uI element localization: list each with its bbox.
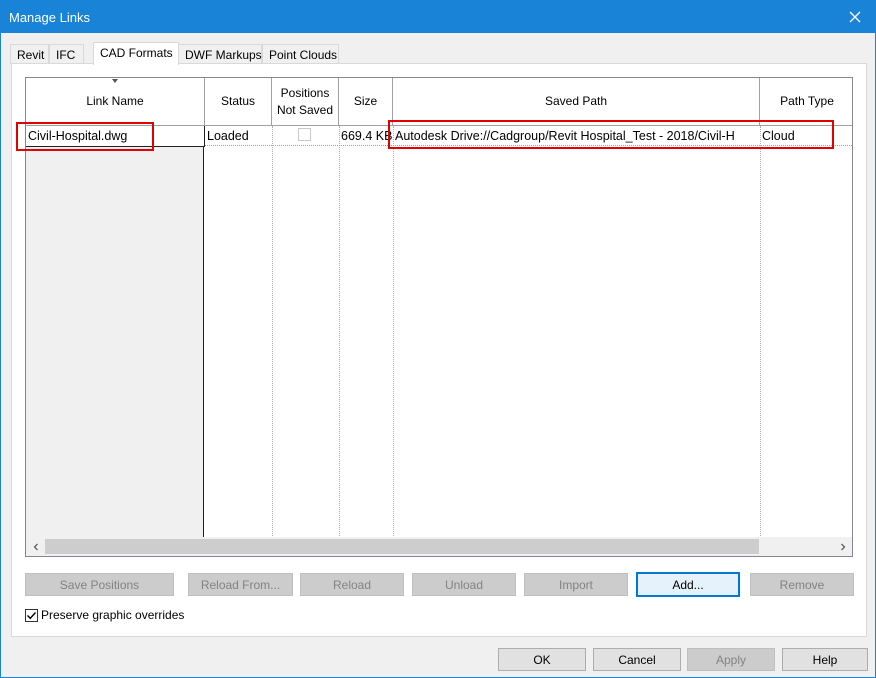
- tab-dwf-markups[interactable]: DWF Markups: [178, 44, 262, 64]
- reload-button[interactable]: Reload: [300, 573, 404, 596]
- chevron-right-icon: [840, 543, 845, 550]
- tab-label: Revit: [17, 48, 45, 62]
- tab-label: DWF Markups: [185, 48, 262, 62]
- title-bar[interactable]: Manage Links: [1, 1, 875, 33]
- column-header-size[interactable]: Size: [339, 78, 393, 126]
- reload-from-button[interactable]: Reload From...: [188, 573, 293, 596]
- cell-link-name[interactable]: Civil-Hospital.dwg: [26, 126, 205, 147]
- tab-cad-formats[interactable]: CAD Formats: [93, 42, 179, 65]
- column-header-saved-path[interactable]: Saved Path: [393, 78, 760, 126]
- add-button[interactable]: Add...: [636, 572, 740, 597]
- links-table[interactable]: Link Name Status Positions Not Saved Siz…: [25, 77, 853, 557]
- header-label: Positions Not Saved: [276, 85, 334, 117]
- cell-positions-not-saved[interactable]: [272, 126, 339, 146]
- close-icon: [849, 11, 861, 23]
- ok-button[interactable]: OK: [498, 648, 586, 671]
- header-label: Status: [220, 94, 256, 108]
- column-header-path-type[interactable]: Path Type: [760, 78, 852, 126]
- cell-size[interactable]: 669.4 KB: [339, 126, 393, 146]
- sort-descending-icon: [112, 79, 118, 83]
- tab-ifc[interactable]: IFC: [49, 44, 84, 64]
- cell-path-type[interactable]: Cloud: [760, 126, 852, 146]
- header-label: Path Type: [780, 94, 834, 108]
- chevron-left-icon: [33, 543, 38, 550]
- column-header-link-name[interactable]: Link Name: [26, 78, 205, 126]
- cell-status[interactable]: Loaded: [205, 126, 272, 146]
- import-button[interactable]: Import: [524, 573, 628, 596]
- apply-button[interactable]: Apply: [687, 648, 775, 671]
- help-button[interactable]: Help: [782, 648, 868, 671]
- scroll-left-arrow-icon[interactable]: [26, 537, 45, 556]
- column-divider: [393, 126, 394, 538]
- column-header-status[interactable]: Status: [205, 78, 272, 126]
- scroll-thumb[interactable]: [45, 539, 759, 554]
- remove-button[interactable]: Remove: [750, 573, 854, 596]
- column-divider: [760, 126, 761, 538]
- close-button[interactable]: [835, 1, 875, 33]
- header-label: Saved Path: [544, 94, 608, 108]
- tab-revit[interactable]: Revit: [10, 44, 49, 64]
- manage-links-dialog: Manage Links Revit IFC CAD Formats DWF M…: [0, 0, 876, 678]
- tab-label: IFC: [56, 48, 76, 62]
- header-label: Size: [353, 94, 378, 108]
- column-divider: [272, 126, 273, 538]
- header-label: Link Name: [86, 94, 144, 108]
- unload-button[interactable]: Unload: [412, 573, 516, 596]
- positions-not-saved-checkbox[interactable]: [298, 128, 311, 141]
- tab-label: CAD Formats: [100, 46, 173, 60]
- column-divider: [339, 126, 340, 538]
- cancel-button[interactable]: Cancel: [593, 648, 681, 671]
- preserve-overrides-checkbox[interactable]: [25, 608, 38, 622]
- tab-label: Point Clouds: [269, 48, 338, 62]
- cell-saved-path[interactable]: Autodesk Drive://Cadgroup/Revit Hospital…: [393, 126, 760, 146]
- checkmark-icon: [27, 611, 37, 619]
- scroll-right-arrow-icon[interactable]: [833, 537, 852, 556]
- save-positions-button[interactable]: Save Positions: [25, 573, 174, 596]
- preserve-overrides-label: Preserve graphic overrides: [41, 608, 185, 622]
- tab-point-clouds[interactable]: Point Clouds: [262, 44, 339, 64]
- row-header-column: [26, 126, 204, 538]
- window-title: Manage Links: [9, 10, 90, 25]
- column-header-positions-not-saved[interactable]: Positions Not Saved: [272, 78, 339, 126]
- horizontal-scrollbar[interactable]: [26, 537, 852, 556]
- cad-formats-panel: Link Name Status Positions Not Saved Siz…: [11, 63, 867, 637]
- preserve-overrides-option[interactable]: Preserve graphic overrides: [25, 608, 184, 622]
- table-row[interactable]: Civil-Hospital.dwg Loaded 669.4 KB Autod…: [26, 126, 852, 147]
